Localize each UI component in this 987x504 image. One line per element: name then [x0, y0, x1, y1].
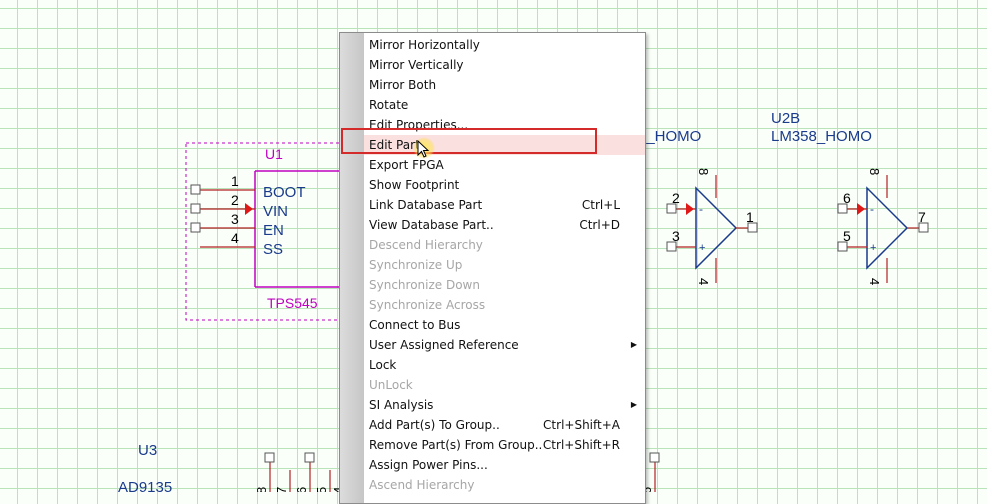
menu-item-label: Synchronize Across: [369, 298, 486, 312]
menu-item-show-footprint[interactable]: Show Footprint: [364, 175, 645, 195]
menu-item-unlock: UnLock: [364, 375, 645, 395]
u3-designator: U3: [138, 442, 157, 459]
u1-designator: U1: [265, 146, 283, 162]
menu-item-synchronize-up: Synchronize Up: [364, 255, 645, 275]
u3-value: AD9135: [118, 479, 172, 492]
u2b-pin-plus: 5: [843, 228, 851, 244]
u1-value: TPS545: [267, 295, 318, 311]
menu-item-mirror-horizontally[interactable]: Mirror Horizontally: [364, 35, 645, 55]
menu-item-label: View Database Part..: [369, 218, 494, 232]
u1-pin-2-number: 2: [231, 192, 239, 208]
u2b-pin-out: 7: [918, 209, 926, 225]
u1-pin-3-name: EN: [263, 222, 284, 239]
menu-item-label: Assign Power Pins...: [369, 458, 488, 472]
menu-item-si-analysis[interactable]: SI Analysis ▶: [364, 395, 645, 415]
menu-item-shortcut: Ctrl+Shift+R: [542, 438, 620, 452]
menu-item-label: Synchronize Down: [369, 278, 480, 292]
u1-pin-4-name: SS: [263, 241, 283, 258]
u2b-value: LM358_HOMO: [771, 128, 872, 145]
menu-item-label: Mirror Both: [369, 78, 437, 92]
menu-item-add-part-s-to-group[interactable]: Add Part(s) To Group.. Ctrl+Shift+A: [364, 415, 645, 435]
menu-item-label: Link Database Part: [369, 198, 483, 212]
menu-item-shortcut: Ctrl+D: [579, 218, 620, 232]
mouse-cursor-icon: [417, 140, 430, 158]
menu-item-assign-power-pins[interactable]: Assign Power Pins...: [364, 455, 645, 475]
u2a-pin-top: 8: [696, 168, 711, 175]
menu-item-label: UnLock: [369, 378, 413, 392]
u2b-designator: U2B: [771, 110, 800, 127]
menu-item-label: Remove Part(s) From Group..: [369, 438, 543, 452]
menu-item-descend-hierarchy: Descend Hierarchy: [364, 235, 645, 255]
menu-item-label: Synchronize Up: [369, 258, 463, 272]
u2a-pin-out: 1: [746, 209, 754, 225]
menu-item-rotate[interactable]: Rotate: [364, 95, 645, 115]
menu-item-label: Mirror Horizontally: [369, 38, 480, 52]
u3-pin-6: 6: [294, 487, 309, 492]
menu-item-shortcut: Ctrl+L: [581, 198, 620, 212]
u2a-pin-bottom: 4: [696, 278, 711, 285]
u1-pin-1-name: BOOT: [263, 184, 306, 201]
menu-item-user-assigned-reference[interactable]: User Assigned Reference ▶: [364, 335, 645, 355]
menu-item-lock[interactable]: Lock: [364, 355, 645, 375]
menu-item-label: Descend Hierarchy: [369, 238, 483, 252]
menu-item-synchronize-down: Synchronize Down: [364, 275, 645, 295]
u1-pin-1-number: 1: [231, 173, 239, 189]
menu-item-ascend-hierarchy: Ascend Hierarchy: [364, 475, 645, 495]
submenu-arrow-icon: ▶: [630, 400, 637, 409]
u1-pin-1[interactable]: 1 BOOT: [190, 173, 306, 201]
submenu-arrow-icon: ▶: [630, 340, 637, 349]
menu-item-mirror-both[interactable]: Mirror Both: [364, 75, 645, 95]
menu-item-label: Rotate: [369, 98, 409, 112]
u2a-pin-plus: 3: [672, 228, 680, 244]
u1-pin-4-number: 4: [231, 230, 239, 246]
menu-item-mirror-vertically[interactable]: Mirror Vertically: [364, 55, 645, 75]
edit-part-highlight-box: [341, 128, 597, 154]
u2b-pin-top: 8: [867, 168, 882, 175]
menu-item-label: User Assigned Reference: [369, 338, 519, 352]
menu-item-export-fpga[interactable]: Export FPGA: [364, 155, 645, 175]
menu-item-label: Mirror Vertically: [369, 58, 464, 72]
u3-pin-5: 5: [314, 487, 329, 492]
u2b-pin-bottom: 4: [867, 278, 882, 285]
u2a-pin-minus: 2: [672, 190, 680, 206]
u2a-plus-sign: +: [699, 242, 705, 254]
menu-item-label: Connect to Bus: [369, 318, 461, 332]
u1-component[interactable]: U1 TPS545 1 BOOT 2 VIN 3 EN 4 SS: [190, 146, 340, 311]
u2b-opamp[interactable]: U2B LM358_HOMO 8 4 - 6 + 5 7: [771, 110, 929, 285]
u2b-pin-minus: 6: [843, 190, 851, 206]
u3-pin-7: 7: [274, 487, 289, 492]
u3-pin-8: 8: [254, 487, 269, 492]
menu-item-link-database-part[interactable]: Link Database Part Ctrl+L: [364, 195, 645, 215]
menu-icon-gutter: [340, 33, 364, 503]
u2b-plus-sign: +: [870, 242, 876, 254]
menu-item-label: Show Footprint: [369, 178, 460, 192]
u2a-minus-sign: -: [699, 202, 703, 216]
u2a-value: 8_HOMO: [638, 128, 701, 145]
context-menu[interactable]: Mirror Horizontally Mirror Vertically Mirr…: [339, 32, 646, 504]
menu-item-synchronize-across: Synchronize Across: [364, 295, 645, 315]
menu-item-remove-part-s-from-group[interactable]: Remove Part(s) From Group.. Ctrl+Shift+R: [364, 435, 645, 455]
menu-item-view-database-part[interactable]: View Database Part.. Ctrl+D: [364, 215, 645, 235]
u2a-opamp[interactable]: 8_HOMO 8 4 - 2 + 3 1: [638, 128, 758, 285]
menu-item-label: Add Part(s) To Group..: [369, 418, 500, 432]
menu-item-label: SI Analysis: [369, 398, 434, 412]
u2b-minus-sign: -: [870, 202, 874, 216]
u1-pin-2-name: VIN: [263, 203, 288, 220]
menu-item-label: Lock: [369, 358, 397, 372]
menu-item-label: Ascend Hierarchy: [369, 478, 475, 492]
menu-item-connect-to-bus[interactable]: Connect to Bus: [364, 315, 645, 335]
menu-item-shortcut: Ctrl+Shift+A: [543, 418, 620, 432]
u1-pin-3-number: 3: [231, 211, 239, 227]
menu-item-label: Export FPGA: [369, 158, 444, 172]
